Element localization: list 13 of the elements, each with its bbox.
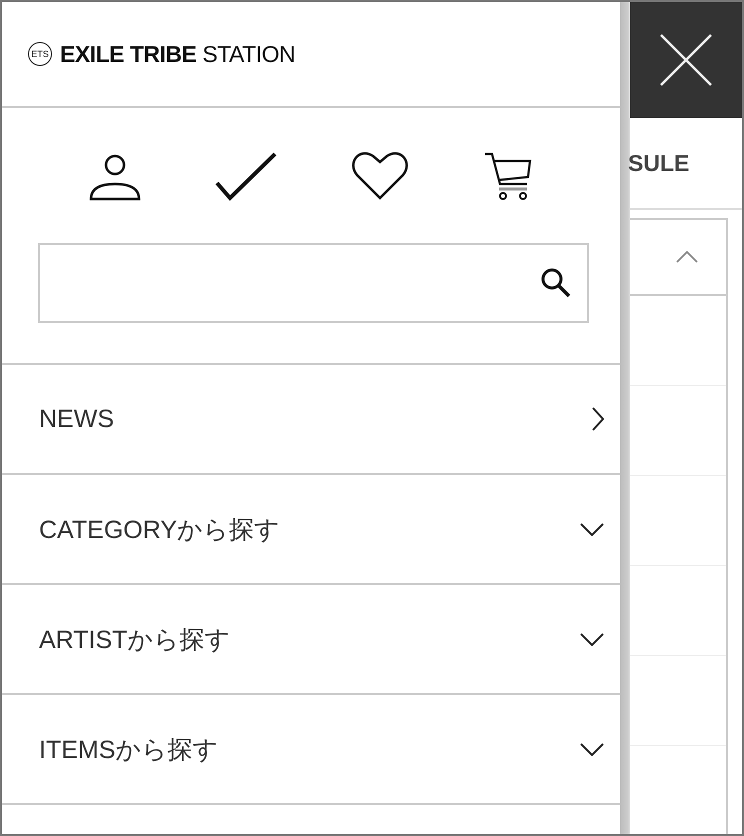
heart-icon[interactable] bbox=[351, 151, 409, 201]
cart-icon[interactable] bbox=[483, 151, 533, 201]
logo-text: STATION bbox=[202, 40, 296, 68]
tab-label[interactable]: SULE bbox=[628, 150, 690, 176]
close-icon[interactable] bbox=[659, 33, 713, 87]
close-button[interactable] bbox=[630, 2, 742, 118]
search-field[interactable] bbox=[38, 243, 589, 323]
logo-mark: ETS bbox=[28, 42, 52, 66]
chevron-up-icon[interactable] bbox=[676, 251, 698, 263]
search-icon[interactable] bbox=[539, 266, 573, 300]
chevron-right-icon bbox=[592, 407, 604, 431]
logo-text: EXILE TRIBE bbox=[60, 40, 196, 68]
checkmark-icon[interactable] bbox=[215, 151, 277, 201]
